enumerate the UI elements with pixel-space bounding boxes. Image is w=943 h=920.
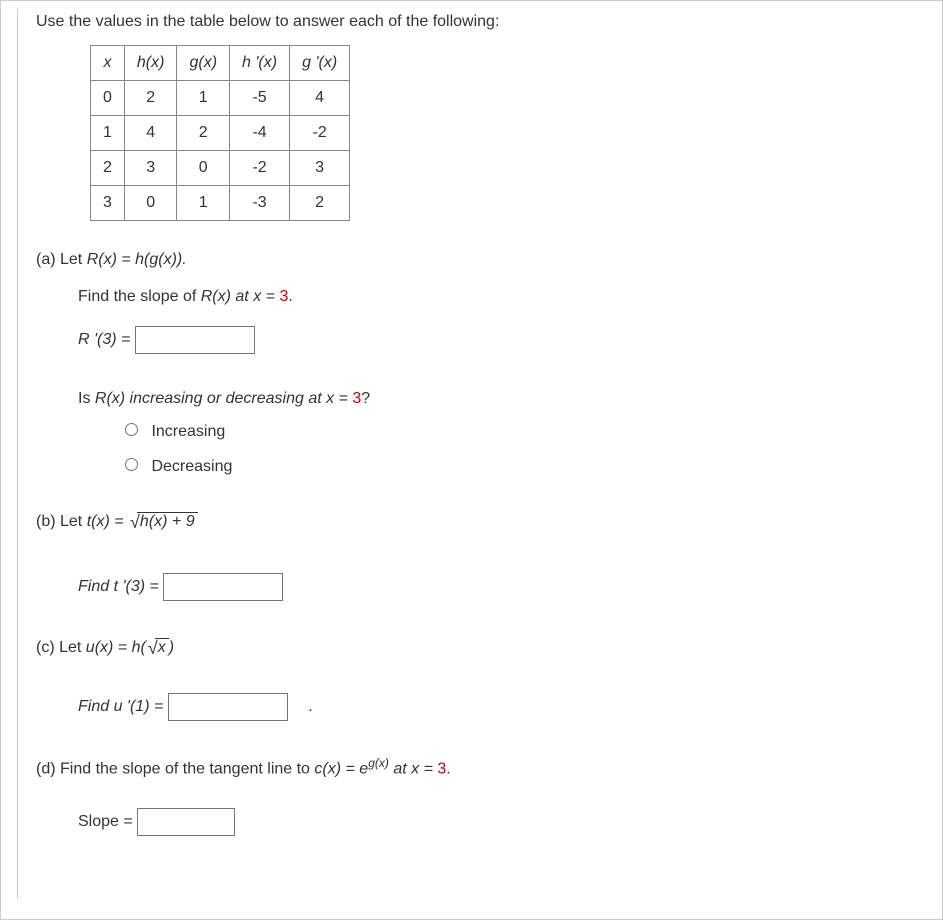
cdef-pre: c(x) = e — [314, 760, 368, 777]
value-3: 3 — [352, 390, 361, 407]
slope-label: Slope = — [78, 813, 137, 830]
part-c-find-row: Find u '(1) = . — [78, 693, 942, 722]
radio-decreasing-label: Decreasing — [151, 458, 232, 475]
cell: 0 — [177, 151, 230, 186]
radio-increasing-row: Increasing — [120, 420, 942, 441]
cell: -5 — [230, 81, 290, 116]
uprime-1-input[interactable] — [168, 693, 288, 721]
part-a-rprime-row: R '(3) = — [78, 326, 942, 355]
cell: 4 — [290, 81, 350, 116]
udef-pre: u(x) = h( — [86, 639, 146, 656]
cell: 0 — [91, 81, 125, 116]
intro-text: Use the values in the table below to ans… — [36, 13, 942, 31]
cell: -3 — [230, 186, 290, 221]
radio-decreasing[interactable] — [125, 458, 138, 471]
value-3: 3 — [279, 288, 288, 305]
radio-increasing-label: Increasing — [151, 423, 225, 440]
th-hprimex: h '(x) — [230, 46, 290, 81]
cell: 3 — [91, 186, 125, 221]
cell: -4 — [230, 116, 290, 151]
text: R(x) increasing or decreasing at x = — [95, 390, 352, 407]
th-x: x — [91, 46, 125, 81]
cell: 3 — [290, 151, 350, 186]
cdef-sup: g(x) — [368, 756, 389, 770]
cell: 0 — [124, 186, 177, 221]
radical-icon: √ — [148, 638, 158, 658]
content-area: Use the values in the table below to ans… — [17, 9, 942, 899]
text: ? — [361, 390, 370, 407]
part-c: (c) Let u(x) = h(√x) Find u '(1) = . — [36, 636, 942, 722]
cell: 1 — [177, 186, 230, 221]
part-d-slope-row: Slope = — [78, 808, 942, 837]
part-a: (a) Let R(x) = h(g(x)). Find the slope o… — [36, 251, 942, 476]
part-d: (d) Find the slope of the tangent line t… — [36, 756, 942, 837]
trailing-period: . — [308, 698, 312, 715]
part-c-label: (c) Let — [36, 639, 86, 656]
at-post: . — [446, 760, 450, 777]
cell: 3 — [124, 151, 177, 186]
part-d-label: (d) Find the slope of the tangent line t… — [36, 760, 314, 777]
table-row: 3 0 1 -3 2 — [91, 186, 350, 221]
uprime-label: Find u '(1) = — [78, 698, 168, 715]
text: Is — [78, 390, 95, 407]
udef-post: ) — [169, 639, 174, 656]
part-b: (b) Let t(x) = √h(x) + 9 Find t '(3) = — [36, 510, 942, 602]
text: Find the slope of — [78, 288, 201, 305]
rprime-label: R '(3) = — [78, 331, 135, 348]
cell: -2 — [230, 151, 290, 186]
th-gprimex: g '(x) — [290, 46, 350, 81]
part-a-incdec-question: Is R(x) increasing or decreasing at x = … — [78, 385, 942, 414]
part-a-rdef: R(x) = h(g(x)). — [87, 251, 187, 268]
part-a-findslope: Find the slope of R(x) at x = 3. — [78, 283, 942, 312]
part-b-label: (b) Let — [36, 513, 87, 530]
table-row: 1 4 2 -4 -2 — [91, 116, 350, 151]
cell: 1 — [177, 81, 230, 116]
radio-decreasing-row: Decreasing — [120, 455, 942, 476]
table-header-row: x h(x) g(x) h '(x) g '(x) — [91, 46, 350, 81]
tprime-label: Find t '(3) = — [78, 578, 163, 595]
cell: 1 — [91, 116, 125, 151]
rprime-3-input[interactable] — [135, 326, 255, 354]
part-a-label: (a) Let — [36, 251, 87, 268]
cell: 2 — [91, 151, 125, 186]
sqrt-x: √x — [146, 636, 169, 657]
cell: 2 — [124, 81, 177, 116]
at-pre: at x = — [393, 760, 437, 777]
cell: 4 — [124, 116, 177, 151]
table-row: 0 2 1 -5 4 — [91, 81, 350, 116]
radio-increasing[interactable] — [125, 423, 138, 436]
tdef-pre: t(x) = — [87, 513, 128, 530]
tprime-3-input[interactable] — [163, 573, 283, 601]
th-gx: g(x) — [177, 46, 230, 81]
page-container: Use the values in the table below to ans… — [0, 0, 943, 920]
slope-input[interactable] — [137, 808, 235, 836]
th-hx: h(x) — [124, 46, 177, 81]
text: R(x) at x = — [201, 288, 280, 305]
radicand: h(x) + 9 — [137, 512, 198, 531]
value-3: 3 — [437, 760, 446, 777]
cell: 2 — [177, 116, 230, 151]
radical-icon: √ — [130, 512, 140, 532]
text: . — [288, 288, 292, 305]
cell: 2 — [290, 186, 350, 221]
cell: -2 — [290, 116, 350, 151]
table-row: 2 3 0 -2 3 — [91, 151, 350, 186]
values-table: x h(x) g(x) h '(x) g '(x) 0 2 1 -5 4 1 4… — [90, 45, 350, 221]
sqrt-expr: √h(x) + 9 — [128, 510, 198, 531]
part-b-find-row: Find t '(3) = — [78, 573, 942, 602]
